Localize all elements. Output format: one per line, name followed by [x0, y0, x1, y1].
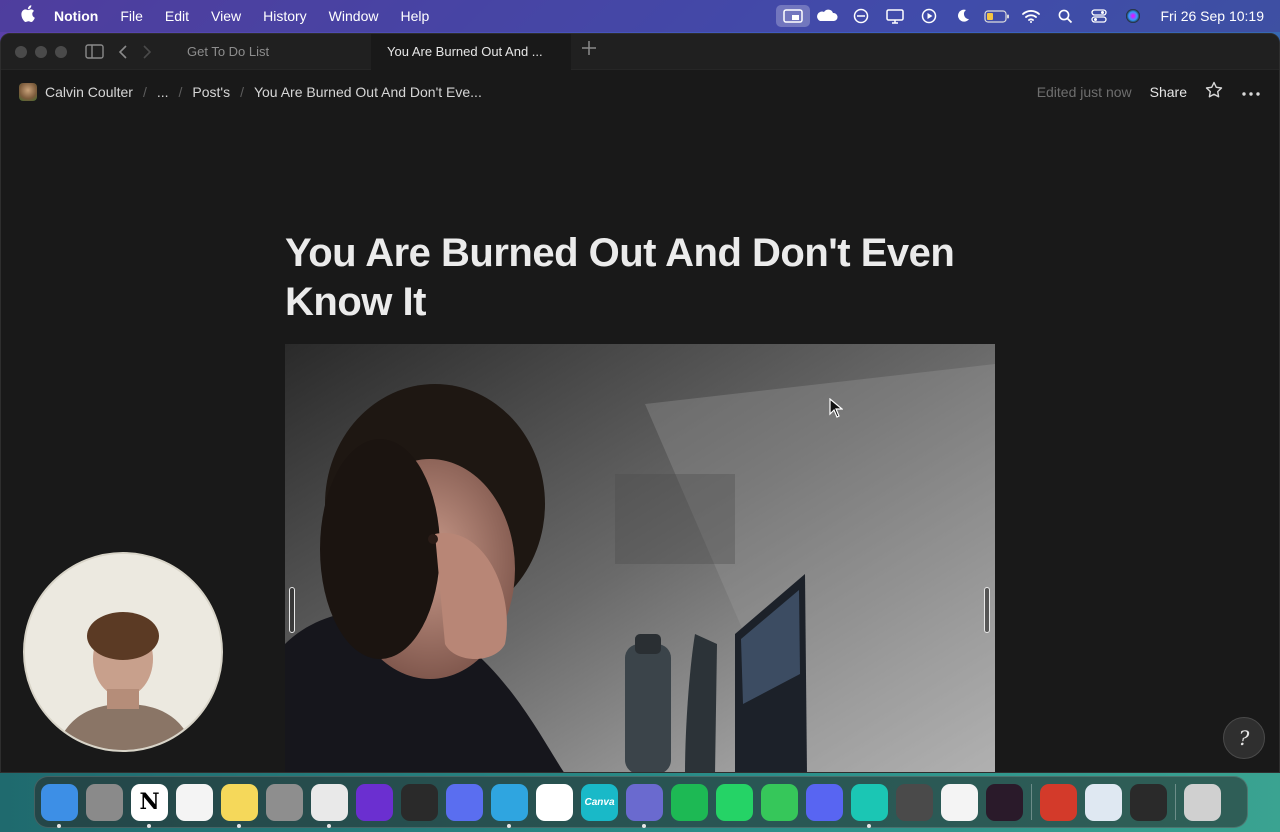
focus-icon[interactable] — [844, 5, 878, 27]
search-icon[interactable] — [1048, 5, 1082, 27]
menu-history[interactable]: History — [263, 8, 307, 24]
dock-trash-icon[interactable] — [1184, 783, 1221, 821]
dock-telegram-icon[interactable] — [491, 783, 528, 828]
breadcrumb-separator: / — [240, 84, 244, 100]
page-title-line: Know It — [285, 280, 426, 324]
dock-screen-recorder-icon[interactable] — [626, 783, 663, 828]
mouse-cursor-icon — [829, 398, 843, 418]
cover-resize-handle-left[interactable] — [289, 587, 295, 633]
tab-burned-out-post[interactable]: You Are Burned Out And ... — [371, 34, 571, 70]
dock-photos-icon[interactable] — [941, 783, 978, 821]
cloud-icon[interactable] — [810, 5, 844, 27]
dock: N Canva — [34, 776, 1248, 828]
page-topbar: Calvin Coulter / ... / Post's / You Are … — [1, 70, 1279, 114]
running-indicator — [147, 823, 151, 828]
workspace-avatar — [19, 83, 37, 101]
moon-icon[interactable] — [946, 5, 980, 27]
webcam-overlay — [23, 552, 223, 752]
dock-spotify-icon[interactable] — [671, 783, 708, 821]
siri-icon[interactable] — [1116, 5, 1150, 27]
menu-app-name[interactable]: Notion — [54, 8, 98, 24]
page-title-line: You Are Burned Out And Don't Even — [285, 231, 955, 275]
running-indicator — [57, 823, 61, 828]
new-tab-icon[interactable] — [581, 39, 597, 62]
dock-quicktime-icon[interactable] — [1130, 783, 1167, 821]
dock-surfshark-icon[interactable] — [851, 783, 888, 828]
window-controls — [15, 45, 67, 58]
breadcrumb-ellipsis[interactable]: ... — [157, 84, 169, 100]
battery-icon[interactable] — [980, 5, 1014, 27]
dock-finder-icon[interactable] — [41, 783, 78, 828]
cover-photo-illustration — [285, 344, 995, 772]
breadcrumb-posts[interactable]: Post's — [192, 84, 230, 100]
share-button[interactable]: Share — [1150, 84, 1187, 100]
dock-canva-icon[interactable]: Canva — [581, 783, 618, 821]
wifi-icon[interactable] — [1014, 5, 1048, 27]
dock-capcut-icon[interactable] — [536, 783, 573, 821]
dock-quill-app-icon[interactable] — [1040, 783, 1077, 821]
screen-mirror-icon[interactable] — [776, 5, 811, 27]
dock-cloud-app-icon[interactable] — [896, 783, 933, 821]
menu-bar: Notion File Edit View History Window Hel… — [0, 0, 1280, 32]
cover-image[interactable] — [285, 344, 995, 772]
running-indicator — [867, 823, 871, 828]
dock-mirror-app-icon[interactable] — [986, 783, 1023, 821]
dock-preview-icon[interactable] — [1085, 783, 1122, 821]
webcam-person-illustration — [25, 554, 221, 750]
dock-notes-icon[interactable] — [221, 783, 258, 828]
menu-edit[interactable]: Edit — [165, 8, 189, 24]
breadcrumb-current-page[interactable]: You Are Burned Out And Don't Eve... — [254, 84, 482, 100]
dock-reminders-icon[interactable] — [176, 783, 213, 821]
tab-bar: Get To Do List You Are Burned Out And ..… — [1, 34, 1279, 70]
more-options-icon[interactable] — [1241, 82, 1261, 102]
running-indicator — [327, 823, 331, 828]
control-center-icon[interactable] — [1082, 5, 1116, 27]
play-icon[interactable] — [912, 5, 946, 27]
menu-window[interactable]: Window — [329, 8, 379, 24]
breadcrumb-workspace[interactable]: Calvin Coulter — [45, 84, 133, 100]
running-indicator — [507, 823, 511, 828]
menu-clock[interactable]: Fri 26 Sep 10:19 — [1160, 8, 1264, 24]
menu-help[interactable]: Help — [400, 8, 429, 24]
dock-messages-icon[interactable] — [761, 783, 798, 821]
minimize-window-button[interactable] — [35, 45, 47, 58]
dock-perplexity-icon[interactable] — [446, 783, 483, 821]
dock-whatsapp-icon[interactable] — [716, 783, 753, 821]
dock-system-settings-icon[interactable] — [266, 783, 303, 821]
menu-file[interactable]: File — [120, 8, 143, 24]
breadcrumb-separator: / — [178, 84, 183, 100]
help-button[interactable]: ? — [1223, 717, 1265, 759]
dock-launchpad-icon[interactable] — [86, 783, 123, 821]
page-content: You Are Burned Out And Don't Even Know I… — [285, 229, 1005, 327]
close-window-button[interactable] — [15, 45, 27, 58]
dock-divider — [1031, 784, 1032, 820]
display-icon[interactable] — [878, 5, 912, 27]
zoom-window-button[interactable] — [55, 45, 67, 58]
menu-view[interactable]: View — [211, 8, 241, 24]
sidebar-toggle-icon[interactable] — [85, 44, 104, 59]
breadcrumb-separator: / — [142, 84, 147, 100]
dock-notion-icon[interactable]: N — [131, 783, 168, 828]
cover-resize-handle-right[interactable] — [984, 587, 990, 633]
tab-get-to-do-list[interactable]: Get To Do List — [171, 34, 371, 70]
back-arrow-icon[interactable] — [118, 44, 128, 59]
dock-divider — [1175, 784, 1176, 820]
page-title[interactable]: You Are Burned Out And Don't Even Know I… — [285, 229, 1005, 327]
dock-chrome-icon[interactable] — [311, 783, 348, 828]
edited-status: Edited just now — [1036, 84, 1132, 100]
star-icon[interactable] — [1205, 81, 1223, 104]
running-indicator — [642, 823, 646, 828]
apple-icon[interactable] — [0, 5, 54, 27]
dock-arc-icon[interactable] — [356, 783, 393, 821]
dock-discord-icon[interactable] — [806, 783, 843, 821]
dock-audio-recorder-icon[interactable] — [401, 783, 438, 821]
running-indicator — [237, 823, 241, 828]
forward-arrow-icon[interactable] — [142, 44, 152, 59]
